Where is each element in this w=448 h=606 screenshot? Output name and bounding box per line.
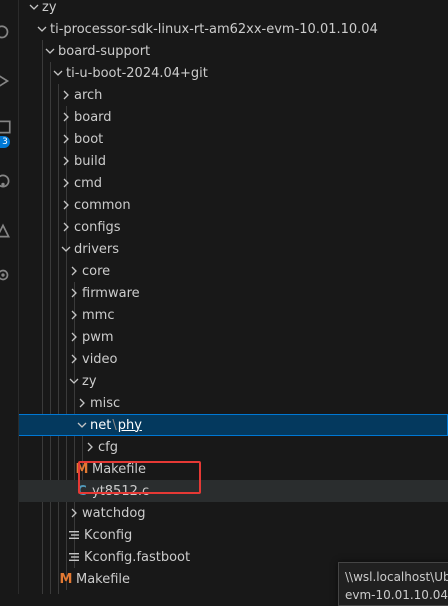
- chevron-right-icon[interactable]: [58, 153, 74, 169]
- chevron-right-icon[interactable]: [66, 329, 82, 345]
- tree-item-label: Kconfig: [84, 527, 133, 543]
- tree-item-label: zy: [82, 373, 97, 389]
- tree-item-label: core: [82, 263, 111, 279]
- tree-item-firmware[interactable]: firmware: [18, 282, 448, 304]
- makefile-icon: M: [75, 461, 89, 477]
- tooltip-line-1: \\wsl.localhost\Ubu: [345, 570, 448, 584]
- tree-item-yt8512-c[interactable]: Cyt8512.c: [18, 480, 448, 502]
- tree-item-configs[interactable]: configs: [18, 216, 448, 238]
- tree-item-label: watchdog: [82, 505, 146, 521]
- tooltip-line-2: evm-10.01.10.04\bo: [345, 588, 448, 602]
- chevron-down-icon[interactable]: [34, 21, 50, 37]
- chevron-right-icon[interactable]: [66, 307, 82, 323]
- file-explorer-tree: zy ti-processor-sdk-linux-rt-am62xx-evm-1…: [18, 0, 448, 594]
- kconfig-file-icon: [66, 527, 82, 543]
- compact-folder-part[interactable]: net: [90, 418, 111, 433]
- activity-bar: 3: [0, 0, 19, 594]
- path-tooltip: \\wsl.localhost\Ubu evm-10.01.10.04\bo: [338, 562, 448, 606]
- tree-item-kconfig[interactable]: Kconfig: [18, 524, 448, 546]
- tree-item-label: configs: [74, 219, 121, 235]
- chevron-right-icon[interactable]: [66, 351, 82, 367]
- tree-item-pwm[interactable]: pwm: [18, 326, 448, 348]
- notification-badge: 3: [0, 136, 10, 148]
- chevron-right-icon[interactable]: [58, 87, 74, 103]
- chevron-down-icon[interactable]: [58, 241, 74, 257]
- chevron-right-icon[interactable]: [58, 219, 74, 235]
- tree-item-label: arch: [74, 87, 103, 103]
- tree-item-label: build: [74, 153, 106, 169]
- tree-item-label: Makefile: [76, 571, 131, 587]
- run-debug-icon[interactable]: [0, 118, 12, 136]
- tree-item-label: yt8512.c: [92, 483, 150, 499]
- tree-item-label: board-support: [58, 43, 151, 59]
- tree-item-ti-processor-sdk-linux-rt-am62xx-evm-10-01-10-04[interactable]: ti-processor-sdk-linux-rt-am62xx-evm-10.…: [18, 18, 448, 40]
- tree-item-net-phy[interactable]: net\phy: [18, 414, 448, 436]
- tree-item-board-support[interactable]: board-support: [18, 40, 448, 62]
- tree-item-label: cmd: [74, 175, 103, 191]
- search-icon[interactable]: [0, 24, 12, 42]
- tree-item-drivers[interactable]: drivers: [18, 238, 448, 260]
- tree-item-label: ti-processor-sdk-linux-rt-am62xx-evm-10.…: [50, 21, 378, 37]
- tree-item-cfg[interactable]: cfg: [18, 436, 448, 458]
- chevron-right-icon[interactable]: [82, 439, 98, 455]
- tree-item-cmd[interactable]: cmd: [18, 172, 448, 194]
- extensions-icon[interactable]: [0, 172, 12, 190]
- chevron-right-icon[interactable]: [58, 109, 74, 125]
- chevron-right-icon[interactable]: [66, 285, 82, 301]
- tree-item-label: net\phy: [90, 418, 142, 433]
- kconfig-file-icon: [66, 549, 82, 565]
- chevron-right-icon[interactable]: [66, 263, 82, 279]
- c-file-icon: C: [77, 483, 87, 499]
- tree-item-watchdog[interactable]: watchdog: [18, 502, 448, 524]
- tree-item-mmc[interactable]: mmc: [18, 304, 448, 326]
- chevron-right-icon[interactable]: [58, 197, 74, 213]
- tree-item-makefile[interactable]: M Makefile: [18, 458, 448, 480]
- tree-item-label: video: [82, 351, 118, 367]
- tree-item-arch[interactable]: arch: [18, 84, 448, 106]
- chevron-down-icon[interactable]: [26, 0, 42, 15]
- tree-item-label: Makefile: [92, 461, 147, 477]
- tree-item-boot[interactable]: boot: [18, 128, 448, 150]
- tree-item-core[interactable]: core: [18, 260, 448, 282]
- makefile-icon: M: [59, 571, 73, 587]
- chevron-down-icon[interactable]: [42, 43, 58, 59]
- chevron-down-icon[interactable]: [50, 65, 66, 81]
- tree-item-label: zy: [42, 0, 57, 15]
- tree-item-label: Kconfig.fastboot: [84, 549, 191, 565]
- tree-item-label: mmc: [82, 307, 115, 323]
- source-control-icon[interactable]: [0, 72, 12, 90]
- tree-item-zy[interactable]: zy: [18, 370, 448, 392]
- tree-item-label: firmware: [82, 285, 140, 301]
- chevron-right-icon[interactable]: [58, 131, 74, 147]
- chevron-down-icon[interactable]: [66, 373, 82, 389]
- tree-item-label: common: [74, 197, 131, 213]
- tree-item-zy[interactable]: zy: [18, 0, 448, 18]
- tree-item-label: pwm: [82, 329, 114, 345]
- tree-item-label: cfg: [98, 439, 118, 455]
- tree-item-label: drivers: [74, 241, 120, 257]
- tree-item-label: ti-u-boot-2024.04+git: [66, 65, 208, 81]
- chevron-down-icon[interactable]: [74, 417, 90, 433]
- chevron-right-icon[interactable]: [58, 175, 74, 191]
- tree-item-misc[interactable]: misc: [18, 392, 448, 414]
- chevron-right-icon[interactable]: [66, 505, 82, 521]
- tree-item-label: misc: [90, 395, 121, 411]
- tree-item-common[interactable]: common: [18, 194, 448, 216]
- tree-item-label: boot: [74, 131, 104, 147]
- tree-item-ti-u-boot-2024-04-git[interactable]: ti-u-boot-2024.04+git: [18, 62, 448, 84]
- remote-explorer-icon[interactable]: [0, 222, 12, 240]
- tree-item-label: board: [74, 109, 112, 125]
- settings-gear-icon[interactable]: [0, 266, 12, 284]
- chevron-right-icon[interactable]: [74, 395, 90, 411]
- tree-item-build[interactable]: build: [18, 150, 448, 172]
- tree-item-video[interactable]: video: [18, 348, 448, 370]
- compact-folder-part[interactable]: phy: [118, 418, 142, 433]
- tree-item-board[interactable]: board: [18, 106, 448, 128]
